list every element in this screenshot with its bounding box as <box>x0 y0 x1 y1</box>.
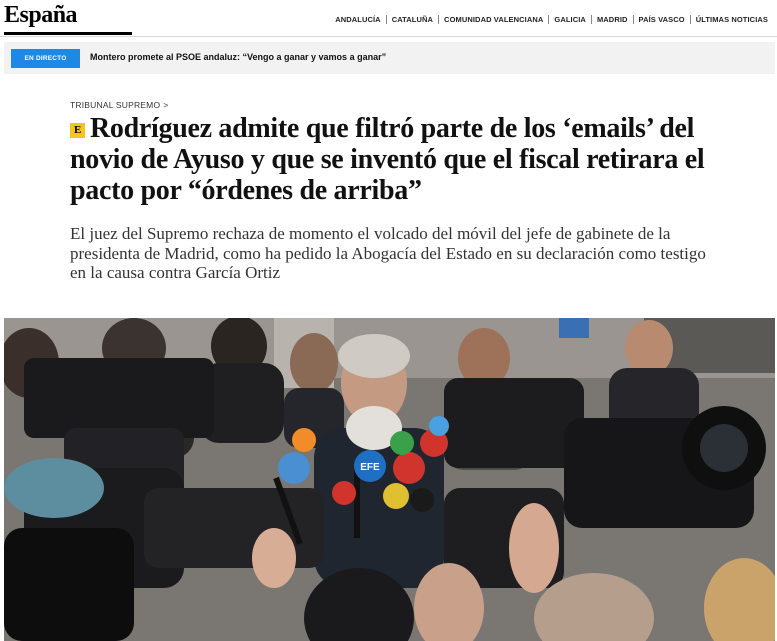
breadcrumb-section-link[interactable]: TRIBUNAL SUPREMO <box>70 100 160 110</box>
top-navigation-bar: España ANDALUCÍA CATALUÑA COMUNIDAD VALE… <box>0 0 777 36</box>
header-divider <box>0 36 777 37</box>
regions-nav: ANDALUCÍA CATALUÑA COMUNIDAD VALENCIANA … <box>330 15 773 24</box>
breadcrumb: TRIBUNAL SUPREMO > <box>70 100 168 110</box>
article-lead-photo[interactable]: EFE <box>4 318 775 641</box>
article-headline: E Rodríguez admite que filtró parte de lo… <box>70 113 720 206</box>
exclusive-badge-icon: E <box>70 123 85 138</box>
region-link-pais-vasco[interactable]: PAÍS VASCO <box>634 15 690 24</box>
chevron-right-icon: > <box>163 100 169 110</box>
article-headline-text: Rodríguez admite que filtró parte de los… <box>70 113 705 206</box>
article-subtitle: El juez del Supremo rechaza de momento e… <box>70 224 706 282</box>
region-link-galicia[interactable]: GALICIA <box>549 15 591 24</box>
live-ticker-bar[interactable]: EN DIRECTO Montero promete al PSOE andal… <box>4 42 775 74</box>
region-link-madrid[interactable]: MADRID <box>592 15 633 24</box>
section-brand-link[interactable]: España <box>4 2 78 29</box>
latest-news-link[interactable]: ÚLTIMAS NOTICIAS <box>691 15 773 24</box>
brand-underline <box>4 32 132 35</box>
region-link-andalucia[interactable]: ANDALUCÍA <box>330 15 385 24</box>
lead-photo-illustration: EFE <box>4 318 775 641</box>
region-link-comunidad-valenciana[interactable]: COMUNIDAD VALENCIANA <box>439 15 548 24</box>
live-headline-link[interactable]: Montero promete al PSOE andaluz: “Vengo … <box>90 52 386 62</box>
live-badge: EN DIRECTO <box>11 49 80 68</box>
region-link-cataluna[interactable]: CATALUÑA <box>387 15 438 24</box>
efe-microphone-label: EFE <box>360 462 380 473</box>
